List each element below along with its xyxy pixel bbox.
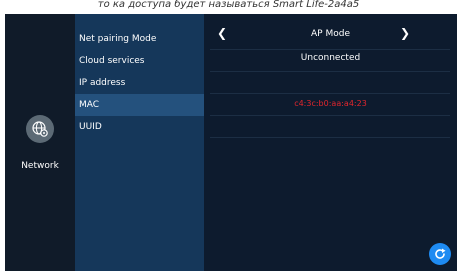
divider	[210, 93, 450, 94]
menu-item-cloud-services[interactable]: Cloud services	[75, 50, 204, 72]
settings-menu: Net pairing Mode Cloud services IP addre…	[75, 14, 204, 271]
menu-item-mac[interactable]: MAC	[75, 94, 204, 116]
network-label: Network	[21, 161, 59, 171]
left-panel: Network	[5, 14, 75, 271]
menu-item-net-pairing-mode[interactable]: Net pairing Mode	[75, 28, 204, 50]
pairing-mode-value: AP Mode	[311, 29, 350, 39]
menu-item-uuid[interactable]: UUID	[75, 116, 204, 138]
refresh-button[interactable]	[429, 243, 451, 265]
chevron-right-icon[interactable]: ❯	[400, 27, 410, 39]
divider	[210, 71, 450, 72]
divider	[210, 115, 450, 116]
settings-values: ❮ AP Mode ❯ Unconnected c4:3c:b0:aa:a4:2…	[204, 14, 457, 271]
cloud-status-value: Unconnected	[300, 53, 361, 63]
menu-item-ip-address[interactable]: IP address	[75, 72, 204, 94]
divider	[210, 49, 450, 50]
mac-value: c4:3c:b0:aa:a4:23	[294, 99, 367, 108]
refresh-icon	[435, 248, 446, 259]
network-settings-icon	[32, 121, 48, 137]
device-screen: Network Net pairing Mode Cloud services …	[5, 14, 457, 271]
caption-text: то ка доступа будет называться Smart Lif…	[0, 0, 457, 14]
divider	[210, 137, 450, 138]
network-button[interactable]	[26, 115, 54, 143]
